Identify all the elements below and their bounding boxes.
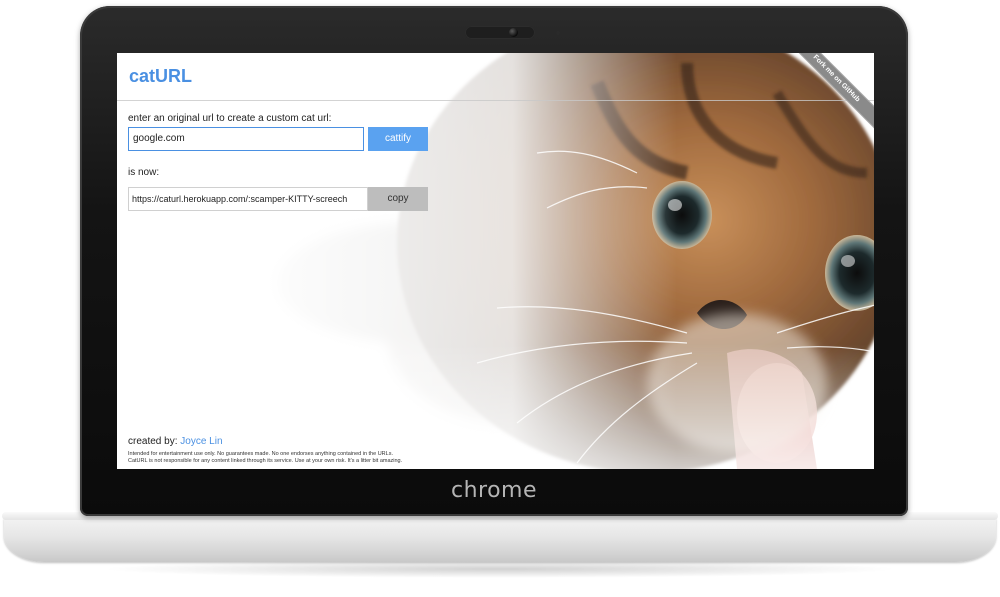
disclaimer-line-2: CatURL is not responsible for any conten… [128, 458, 403, 464]
laptop-base [4, 516, 996, 562]
browser-screen: catURL Fork me on GitHub enter an origin… [117, 53, 874, 469]
author-link[interactable]: Joyce Lin [180, 436, 222, 447]
webcam-icon [509, 28, 518, 37]
app-header: catURL [117, 53, 874, 101]
disclaimer-line-1: Intended for entertainment use only. No … [128, 451, 393, 457]
copy-button[interactable]: copy [368, 187, 428, 211]
webcam-housing [465, 26, 535, 39]
laptop-shadow [100, 560, 900, 578]
url-prompt-label: enter an original url to create a custom… [128, 113, 332, 124]
cattify-button[interactable]: cattify [368, 127, 428, 151]
device-brand-label: chrome [450, 478, 538, 503]
laptop-mockup: chrome catURL Fork me on GitHub enter an… [0, 0, 1000, 597]
original-url-input[interactable]: google.com [128, 127, 364, 151]
disclaimer: Intended for entertainment use only. No … [128, 451, 458, 465]
cat-url-output[interactable]: https://caturl.herokuapp.com/:scamper-KI… [128, 187, 368, 211]
app-logo[interactable]: catURL [129, 66, 192, 87]
credit-line: created by: Joyce Lin [128, 436, 223, 447]
light-sensor [556, 31, 560, 35]
result-label: is now: [128, 167, 160, 178]
credit-prefix: created by: [128, 436, 178, 447]
